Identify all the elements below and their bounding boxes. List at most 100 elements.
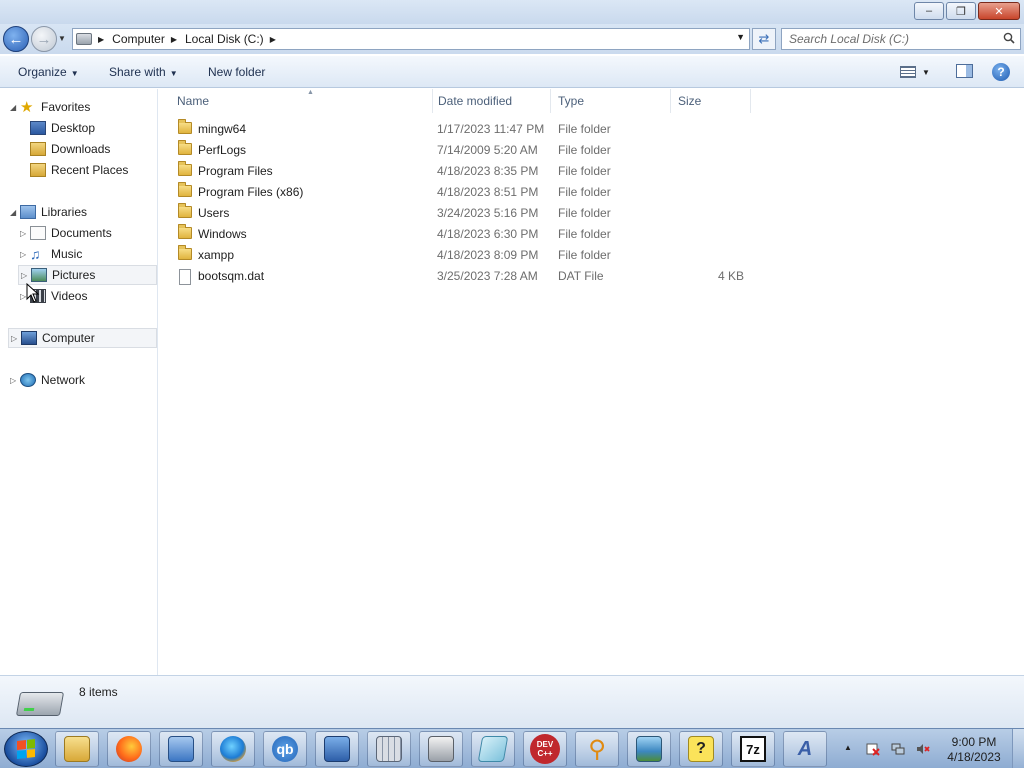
new-folder-button[interactable]: New folder	[208, 65, 265, 79]
column-header-date-modified[interactable]: Date modified	[433, 89, 551, 113]
taskbar-app-firefox[interactable]	[107, 731, 151, 767]
taskbar-app-help[interactable]: ?	[679, 731, 723, 767]
share-with-label: Share with	[109, 65, 166, 79]
nav-label: Computer	[42, 331, 95, 345]
file-row[interactable]: Program Files 4/18/2023 8:35 PM File fol…	[175, 161, 755, 182]
file-name: mingw64	[198, 122, 247, 136]
taskbar-app-explorer[interactable]	[55, 731, 99, 767]
calculator-icon	[376, 736, 402, 762]
photo-viewer-icon	[636, 736, 662, 762]
folder-icon	[178, 182, 192, 197]
back-button[interactable]: ←	[3, 26, 29, 52]
nav-network[interactable]: ▷ Network	[10, 370, 85, 390]
column-header-type[interactable]: Type	[551, 89, 671, 113]
details-view-icon[interactable]	[900, 66, 916, 78]
file-row[interactable]: mingw64 1/17/2023 11:47 PM File folder	[175, 119, 755, 140]
nav-downloads[interactable]: Downloads	[30, 139, 110, 159]
taskbar-app-remote-desktop[interactable]	[315, 731, 359, 767]
taskbar-app-calculator[interactable]	[367, 731, 411, 767]
volume-muted-icon[interactable]	[916, 742, 930, 756]
minimize-button[interactable]: –	[914, 2, 944, 20]
nav-label: Recent Places	[51, 163, 129, 177]
expand-arrow-icon[interactable]: ▷	[11, 334, 17, 343]
nav-favorites[interactable]: ◢ ★ Favorites	[10, 97, 90, 117]
show-desktop-button[interactable]	[1012, 729, 1024, 768]
share-with-menu[interactable]: Share with ▼	[109, 65, 178, 79]
libraries-icon	[20, 205, 36, 219]
show-hidden-icons-button[interactable]: ▲	[844, 743, 852, 752]
taskbar-app-text-editor[interactable]: A	[783, 731, 827, 767]
chevron-down-icon[interactable]: ▼	[922, 68, 930, 77]
help-icon[interactable]: ?	[992, 63, 1010, 81]
file-date: 1/17/2023 11:47 PM	[437, 122, 545, 136]
breadcrumb-computer[interactable]: Computer	[112, 32, 165, 46]
notepad-icon	[477, 736, 509, 762]
windows-explorer-icon	[64, 736, 90, 762]
chevron-right-icon[interactable]: ▶	[98, 35, 104, 44]
file-row[interactable]: Windows 4/18/2023 6:30 PM File folder	[175, 224, 755, 245]
refresh-button[interactable]: ⇄	[752, 28, 776, 50]
taskbar-app-7zip[interactable]: 7z	[731, 731, 775, 767]
column-header-name[interactable]: Name ▲	[171, 89, 433, 113]
chevron-right-icon[interactable]: ▶	[171, 35, 177, 44]
hard-drive-icon	[15, 692, 65, 716]
nav-music[interactable]: ▷ ♫ Music	[20, 244, 82, 264]
clock[interactable]: 9:00 PM 4/18/2023	[940, 735, 1008, 765]
clock-time: 9:00 PM	[951, 735, 997, 749]
breadcrumb-local-disk[interactable]: Local Disk (C:)	[185, 32, 264, 46]
nav-label: Downloads	[51, 142, 111, 156]
folder-icon	[178, 140, 192, 155]
file-row[interactable]: Users 3/24/2023 5:16 PM File folder	[175, 203, 755, 224]
expand-arrow-icon[interactable]: ▷	[20, 229, 26, 238]
nav-pictures[interactable]: ▷ Pictures	[18, 265, 157, 285]
taskbar-app-qbittorrent[interactable]: qb	[263, 731, 307, 767]
forward-arrow-icon: →	[36, 30, 52, 48]
clock-date: 4/18/2023	[947, 750, 1001, 764]
taskbar-app-photo-viewer[interactable]	[627, 731, 671, 767]
address-dropdown-icon[interactable]: ▼	[736, 32, 745, 42]
file-row[interactable]: Program Files (x86) 4/18/2023 8:51 PM Fi…	[175, 182, 755, 203]
search-box[interactable]	[781, 28, 1021, 50]
taskbar-app-notepad[interactable]	[471, 731, 515, 767]
forward-button[interactable]: →	[31, 26, 57, 52]
expand-arrow-icon[interactable]: ◢	[10, 208, 16, 217]
preview-pane-icon[interactable]	[956, 64, 973, 78]
nav-recent-places[interactable]: Recent Places	[30, 160, 128, 180]
file-row[interactable]: bootsqm.dat 3/25/2023 7:28 AM DAT File 4…	[175, 266, 755, 287]
column-header-size[interactable]: Size	[671, 89, 751, 113]
file-row[interactable]: PerfLogs 7/14/2009 5:20 AM File folder	[175, 140, 755, 161]
expand-arrow-icon[interactable]: ◢	[10, 103, 16, 112]
action-center-icon[interactable]	[866, 742, 880, 756]
nav-computer[interactable]: ▷ Computer	[8, 328, 157, 348]
organize-menu[interactable]: Organize ▼	[18, 65, 79, 79]
taskbar-app-control-panel[interactable]	[159, 731, 203, 767]
taskbar-app-magnifier[interactable]: ⚲	[575, 731, 619, 767]
taskbar-app-browser[interactable]	[211, 731, 255, 767]
address-bar[interactable]: ▶ Computer ▶ Local Disk (C:) ▶ ▼	[72, 28, 750, 50]
file-name: xampp	[198, 248, 235, 262]
nav-libraries[interactable]: ◢ Libraries	[10, 202, 87, 222]
expand-arrow-icon[interactable]: ▷	[10, 376, 16, 385]
expand-arrow-icon[interactable]: ▷	[21, 271, 27, 280]
recent-pages-dropdown[interactable]: ▼	[58, 34, 66, 43]
nav-desktop[interactable]: Desktop	[30, 118, 95, 138]
close-button[interactable]: ✕	[978, 2, 1020, 20]
file-date: 4/18/2023 8:09 PM	[437, 248, 539, 262]
maximize-button[interactable]: ❐	[946, 2, 976, 20]
column-label: Date modified	[438, 94, 513, 108]
view-options[interactable]: ▼	[900, 64, 940, 80]
nav-documents[interactable]: ▷ Documents	[20, 223, 112, 243]
search-icon[interactable]	[1003, 32, 1015, 44]
taskbar-app-printer[interactable]	[419, 731, 463, 767]
network-status-icon[interactable]	[891, 742, 905, 756]
expand-arrow-icon[interactable]: ▷	[20, 250, 26, 259]
chevron-down-icon: ▼	[70, 69, 79, 78]
chevron-right-icon[interactable]: ▶	[270, 35, 276, 44]
start-button[interactable]	[4, 731, 48, 767]
nav-label: Favorites	[41, 100, 91, 114]
file-row[interactable]: xampp 4/18/2023 8:09 PM File folder	[175, 245, 755, 266]
file-date: 4/18/2023 8:51 PM	[437, 185, 539, 199]
search-input[interactable]	[782, 29, 992, 49]
file-type: DAT File	[558, 269, 604, 283]
taskbar-app-devcpp[interactable]: DEV C++	[523, 731, 567, 767]
